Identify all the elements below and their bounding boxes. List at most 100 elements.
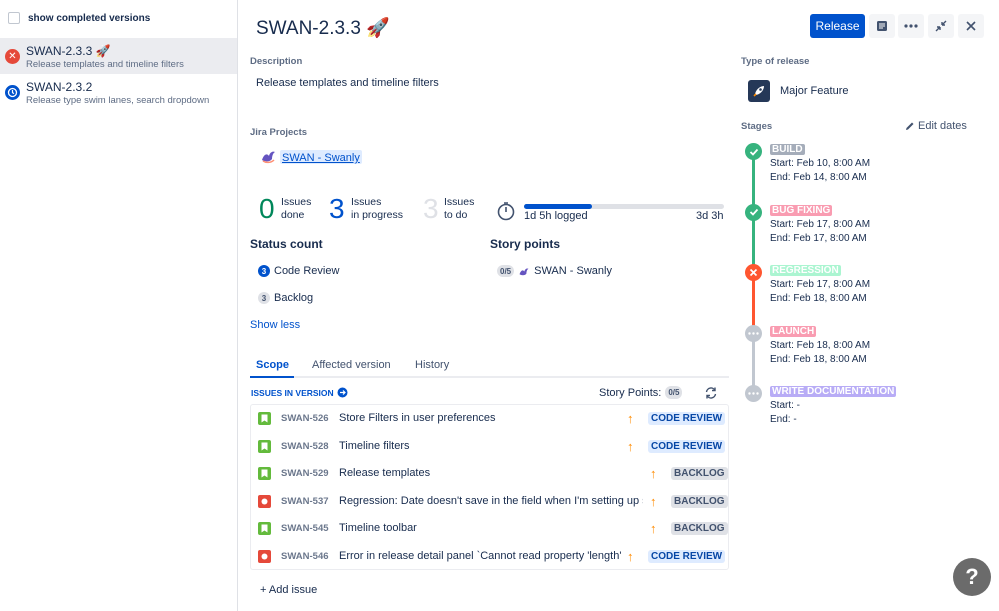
issue-summary[interactable]: Error in release detail panel `Cannot re… [339,550,643,562]
story-points-row: 0/5 SWAN - Swanly [497,265,612,277]
issue-key[interactable]: SWAN-546 [281,551,329,562]
issue-row[interactable]: SWAN-546 Error in release detail panel `C… [251,543,728,571]
stage-end-date: End: Feb 18, 8:00 AM [770,353,867,365]
version-item-swan-233[interactable]: ✕ SWAN-2.3.3 🚀 Release templates and tim… [0,38,237,74]
todo-label: Issues to do [444,196,475,221]
issue-row[interactable]: SWAN-526 Store Filters in user preference… [251,405,728,433]
add-issue-button[interactable]: + Add issue [260,584,317,596]
issue-status-lozenge[interactable]: BACKLOG [671,522,728,535]
issue-status-lozenge[interactable]: CODE REVIEW [648,412,726,425]
stage-name[interactable]: BUILD [770,144,805,155]
issue-summary[interactable]: Regression: Date doesn't save in the fie… [339,495,643,507]
stage-end-date: End: Feb 18, 8:00 AM [770,293,867,304]
versions-sidebar: show completed versions ✕ SWAN-2.3.3 🚀 R… [0,0,238,611]
issue-status-lozenge[interactable]: BACKLOG [671,494,728,508]
issue-row[interactable]: SWAN-545 Timeline toolbar ↑ BACKLOG [251,515,728,543]
show-less-link[interactable]: Show less [250,319,300,331]
stage-end-date: End: - [770,414,797,425]
time-progress-bar [524,204,724,209]
more-icon[interactable] [898,14,924,38]
stage-start-date: Start: Feb 10, 8:00 AM [770,158,871,169]
priority-high-icon: ↑ [627,411,634,426]
story-points-project: SWAN - Swanly [534,265,612,277]
bug-type-icon [258,494,271,508]
tab-history[interactable]: History [415,359,449,371]
release-type-value[interactable]: Major Feature [780,85,848,97]
issue-summary[interactable]: Timeline filters [339,440,643,452]
stage-name[interactable]: WRITE DOCUMENTATION [770,386,897,397]
check-icon [745,203,762,221]
todo-count: 3 [423,193,439,224]
clock-status-icon [5,85,20,100]
issue-key[interactable]: SWAN-537 [281,496,329,507]
issue-status-lozenge[interactable]: CODE REVIEW [648,439,726,453]
stage-end-date: End: Feb 14, 8:00 AM [770,172,867,183]
swan-project-icon [519,268,529,275]
issue-key[interactable]: SWAN-529 [281,468,329,479]
issue-status-lozenge[interactable]: BACKLOG [671,467,728,480]
stage-name[interactable]: BUG FIXING [770,204,833,216]
issues-in-version-label[interactable]: ISSUES IN VERSION [251,388,334,398]
stage-connector [752,338,755,389]
issue-key[interactable]: SWAN-526 [281,413,329,424]
issue-row[interactable]: SWAN-529 Release templates ↑ BACKLOG [251,460,728,488]
stage-start-date: Start: Feb 17, 8:00 AM [770,279,871,290]
edit-dates-button[interactable]: Edit dates [905,120,967,132]
time-progress-fill [524,204,592,209]
issue-row[interactable]: SWAN-537 Regression: Date doesn't save in… [251,488,728,516]
status-count-badge: 3 [258,292,270,304]
stage-name[interactable]: REGRESSION [770,265,841,276]
description-text[interactable]: Release templates and timeline filters [256,77,439,89]
issue-status-lozenge[interactable]: CODE REVIEW [648,549,726,563]
show-completed-toggle[interactable]: show completed versions [8,12,150,24]
active-tab-indicator [250,376,294,378]
version-item-swan-232[interactable]: SWAN-2.3.2 Release type swim lanes, sear… [0,74,237,110]
issue-key[interactable]: SWAN-545 [281,523,329,534]
help-button[interactable]: ? [953,558,991,596]
story-points-badge: 0/5 [665,386,683,399]
done-count: 0 [259,193,275,224]
refresh-icon[interactable] [704,386,718,403]
story-type-icon [258,439,271,453]
tab-bar: Scope Affected version History [250,356,729,378]
priority-high-icon: ↑ [627,438,634,454]
stage-connector [752,157,755,208]
check-icon [745,143,762,160]
rocket-icon [748,80,770,102]
issue-summary[interactable]: Timeline toolbar [339,522,643,534]
stages-label: Stages [741,121,773,132]
show-completed-checkbox[interactable] [8,12,20,24]
stage-name[interactable]: LAUNCH [770,325,817,337]
error-status-icon: ✕ [5,49,20,64]
issues-story-points: Story Points: 0/5 [599,386,683,399]
priority-high-icon: ↑ [650,493,657,509]
tab-scope[interactable]: Scope [256,359,289,371]
status-count-badge: 3 [258,265,270,277]
release-button[interactable]: Release [810,14,865,38]
pending-icon [745,385,762,402]
status-row-code-review: 3 Code Review [258,265,339,277]
project-name[interactable]: SWAN - Swanly [282,152,360,164]
issue-row[interactable]: SWAN-528 Timeline filters ↑ CODE REVIEW [251,433,728,461]
issue-key[interactable]: SWAN-528 [281,441,329,452]
project-link[interactable]: SWAN - Swanly [280,150,362,164]
notes-icon[interactable] [869,14,895,38]
bug-type-icon [258,549,271,563]
issues-in-version-header[interactable]: ISSUES IN VERSION [251,387,348,398]
close-icon[interactable] [958,14,984,38]
collapse-icon[interactable] [928,14,954,38]
status-row-backlog: 3 Backlog [258,292,313,304]
issue-summary[interactable]: Store Filters in user preferences [339,412,643,424]
issues-list: SWAN-526 Store Filters in user preference… [250,404,729,570]
status-label: Backlog [274,292,314,304]
stage-start-date: Start: - [770,400,801,411]
edit-dates-label[interactable]: Edit dates [918,120,967,132]
stage-start-date: Start: Feb 17, 8:00 AM [770,218,871,230]
tab-affected-version[interactable]: Affected version [312,359,391,371]
pencil-icon [906,122,914,130]
in-progress-label: Issues in progress [351,196,403,221]
status-count-title: Status count [250,237,323,251]
issue-summary[interactable]: Release templates [339,467,643,479]
stage-start-date: Start: Feb 18, 8:00 AM [770,339,871,351]
story-type-icon [258,412,271,425]
